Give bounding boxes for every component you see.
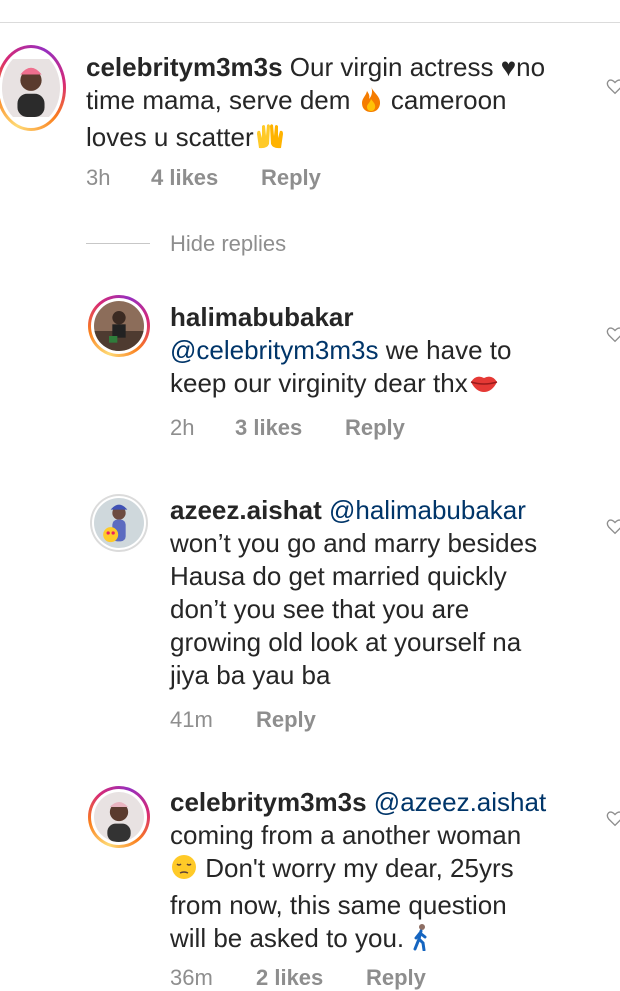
comment-text: coming from a another woman: [170, 820, 522, 850]
comment: azeez.aishat @halimabubakar won’t you go…: [170, 494, 610, 692]
comment-text: keep our virginity dear thx: [170, 368, 468, 398]
comment-text: Hausa do get married quickly: [170, 561, 507, 591]
comment-text: time mama, serve dem: [86, 85, 351, 115]
like-heart-icon[interactable]: [606, 326, 620, 344]
comment-text: don’t you see that you are: [170, 594, 470, 624]
avatar[interactable]: [0, 45, 66, 131]
avatar[interactable]: [90, 494, 148, 552]
like-heart-icon[interactable]: [606, 810, 620, 828]
avatar[interactable]: [88, 295, 150, 357]
avatar[interactable]: [88, 786, 150, 848]
person-walking-emoji-icon: [411, 923, 431, 959]
comment-text: growing old look at yourself na: [170, 627, 522, 657]
comment-time: 41m: [170, 707, 213, 732]
comment-username[interactable]: halimabubakar: [170, 302, 354, 332]
comment-text: Our virgin actress ♥no: [289, 52, 546, 82]
likes-count[interactable]: 2 likes: [256, 965, 323, 991]
kiss-lips-emoji-icon: [468, 370, 500, 404]
comment-text: will be asked to you.: [170, 923, 405, 953]
comment-time: 36m: [170, 965, 213, 990]
comment-text: loves u scatter: [86, 122, 254, 152]
comment-username[interactable]: celebritym3m3s: [86, 52, 283, 82]
comment-time: 3h: [86, 165, 111, 190]
comment-text: cameroon: [390, 85, 507, 115]
comment-username[interactable]: celebritym3m3s: [170, 787, 367, 817]
hide-replies-line: [86, 243, 150, 244]
comment: celebritym3m3s Our virgin actress ♥no ti…: [86, 51, 586, 158]
comment-text: from now, this same question: [170, 890, 507, 920]
fire-emoji-icon: [358, 85, 384, 121]
reply-button[interactable]: Reply: [366, 965, 426, 991]
like-heart-icon[interactable]: [606, 78, 620, 96]
comment-text: Don't worry my dear, 25yrs: [205, 853, 514, 883]
hide-replies-button[interactable]: Hide replies: [170, 231, 286, 257]
reply-button[interactable]: Reply: [261, 165, 321, 191]
mention-link[interactable]: @halimabubakar: [329, 495, 526, 525]
comment-time: 2h: [170, 415, 195, 440]
comment-text: we have to: [385, 335, 512, 365]
pensive-face-emoji-icon: [170, 853, 198, 889]
comment-username[interactable]: azeez.aishat: [170, 495, 322, 525]
mention-link[interactable]: @celebritym3m3s: [170, 335, 378, 365]
like-heart-icon[interactable]: [606, 518, 620, 536]
comment-text: jiya ba yau ba: [170, 660, 331, 690]
reply-button[interactable]: Reply: [345, 415, 405, 441]
raising-hands-emoji-icon: [254, 122, 286, 158]
reply-button[interactable]: Reply: [256, 707, 316, 733]
mention-link[interactable]: @azeez.aishat: [374, 787, 546, 817]
comment-text: won’t you go and marry besides: [170, 528, 538, 558]
comment: halimabubakar @celebritym3m3s we have to…: [170, 301, 590, 404]
likes-count[interactable]: 3 likes: [235, 415, 302, 441]
comment: celebritym3m3s @azeez.aishat coming from…: [170, 786, 610, 959]
likes-count[interactable]: 4 likes: [151, 165, 218, 191]
top-divider: [0, 0, 620, 23]
